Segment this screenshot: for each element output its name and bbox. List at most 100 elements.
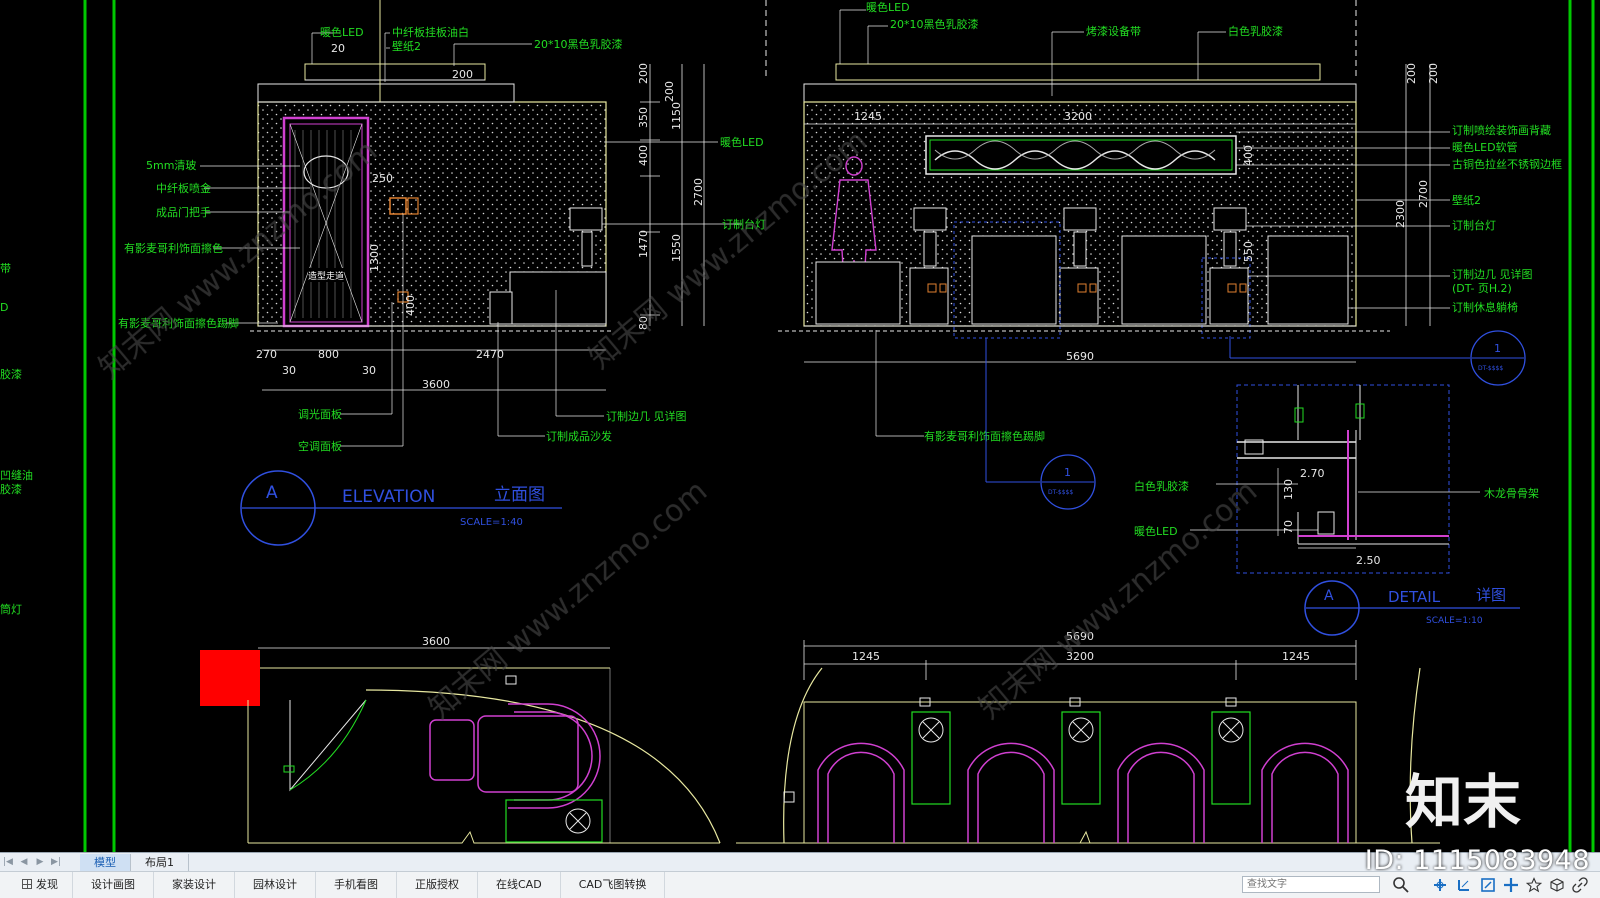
- detail-drawing: [1190, 384, 1480, 574]
- statusbar-item-mobile-view[interactable]: 手机看图: [316, 872, 397, 898]
- cube-icon[interactable]: [1549, 877, 1565, 893]
- dim-b-top-1: 3200: [1064, 110, 1092, 123]
- note-a-top-0: 暖色LED: [320, 25, 364, 39]
- discover-label: 发现: [36, 878, 58, 891]
- dim-b-top-0: 1245: [854, 110, 882, 123]
- marker-1-sub: DT-$$$$: [1478, 365, 1503, 372]
- note-b-bottom-0: 有影麦哥利饰面擦色踢脚: [924, 429, 1045, 443]
- plan-b: [736, 640, 1440, 844]
- left-note-4: 凹缝油: [0, 468, 33, 482]
- watermark-logo: 知末: [1405, 762, 1555, 836]
- plan-b-dim-1: 1245: [852, 650, 880, 663]
- left-note-1: 带: [0, 262, 11, 275]
- measure-icon[interactable]: [1480, 877, 1496, 893]
- left-note-6: 筒灯: [0, 602, 22, 616]
- detail-dims: 2.70 130 70 2.50: [1282, 467, 1381, 567]
- dim-a-b-2: 2470: [476, 348, 504, 361]
- next-tab-arrow[interactable]: ▶: [32, 857, 48, 867]
- wm-tile-3: 知末网 www.znzmo.com: [973, 474, 1264, 726]
- statusbar-item-design-draw[interactable]: 设计画图: [73, 872, 154, 898]
- selection-marker-red: [200, 650, 260, 706]
- note-a-top-3: 20*10黑色乳胶漆: [534, 37, 623, 51]
- title-a-letter: A: [266, 483, 278, 503]
- discover-button[interactable]: 发现: [0, 872, 73, 898]
- search-icon[interactable]: [1392, 876, 1410, 894]
- note-a-top-2: 壁纸2: [392, 39, 421, 53]
- statusbar-item-license[interactable]: 正版授权: [397, 872, 478, 898]
- title-detail-letter: A: [1324, 588, 1334, 604]
- wm-tile-2: 知末网 www.znzmo.com: [423, 474, 714, 726]
- note-b-top-3: 白色乳胶漆: [1228, 24, 1283, 38]
- statusbar-item-home-design[interactable]: 家装设计: [154, 872, 235, 898]
- star-icon[interactable]: [1525, 877, 1543, 893]
- marker-2-sub: DT-$$$$: [1048, 489, 1073, 496]
- note-b-top-0: 暖色LED: [866, 0, 910, 14]
- statusbar-item-online-cad[interactable]: 在线CAD: [478, 872, 561, 898]
- find-text-input[interactable]: [1242, 876, 1380, 893]
- dim-a-r-7: 1550: [670, 234, 683, 262]
- cad-drawing-viewport[interactable]: 带 D 胶漆 凹缝油 胶漆 筒灯 造型走道 20 200 250 1300 40…: [0, 0, 1600, 852]
- note-b-right-6: (DT- 页H.2): [1452, 282, 1512, 295]
- note-b-right-7: 订制休息躺椅: [1452, 300, 1518, 314]
- detail-dim-0: 2.70: [1300, 467, 1325, 480]
- note-a-right-0: 暖色LED: [720, 135, 764, 149]
- door-label: 造型走道: [308, 270, 344, 282]
- detail-dim-2: 70: [1282, 520, 1295, 534]
- dim-a-top-1: 200: [452, 68, 473, 81]
- dim-a-r-2: 350: [637, 107, 650, 128]
- dim-a-r-1: 200: [663, 81, 676, 102]
- status-bar: 发现 设计画图 家装设计 园林设计 手机看图 正版授权 在线CAD CAD飞图转…: [0, 871, 1600, 898]
- note-a-top-1: 中纤板挂板油白: [392, 25, 469, 39]
- note-b-top-1: 20*10黑色乳胶漆: [890, 17, 979, 31]
- note-a-bottom-3: 订制边几 见详图: [606, 409, 687, 423]
- link-icon[interactable]: [1572, 877, 1588, 893]
- dim-a-b-3: 30: [282, 364, 296, 377]
- note-b-right-0: 订制喷绘装饰画背藏: [1452, 123, 1551, 137]
- ortho-icon[interactable]: [1456, 877, 1472, 893]
- dim-b-r-0: 200: [1405, 63, 1418, 84]
- left-note-3: 胶漆: [0, 367, 22, 381]
- note-b-right-3: 壁纸2: [1452, 193, 1481, 207]
- title-detail-chinese: 详图: [1476, 586, 1506, 604]
- grid-icon: [22, 879, 32, 889]
- last-tab-arrow[interactable]: ▶|: [48, 857, 64, 867]
- dim-a-inner-2: 400: [404, 295, 417, 316]
- note-a-bottom-0: 调光面板: [298, 407, 342, 421]
- dim-a-r-6: 1470: [637, 230, 650, 258]
- dim-b-r-4: 200: [1427, 63, 1440, 84]
- left-note-2: D: [0, 301, 8, 314]
- note-a-bottom-2: 订制成品沙发: [546, 429, 612, 443]
- dim-b-r-3: 2300: [1394, 200, 1407, 228]
- note-b-right-5: 订制边几 见详图: [1452, 267, 1533, 281]
- marker-2-num: 1: [1064, 466, 1071, 479]
- dim-b-b-0: 5690: [1066, 350, 1094, 363]
- plan-a-dim-0: 3600: [422, 635, 450, 648]
- statusbar-item-cad-convert[interactable]: CAD飞图转换: [561, 872, 666, 898]
- title-a-english: ELEVATION: [342, 487, 435, 507]
- detail-note-2: 木龙骨骨架: [1484, 487, 1539, 500]
- snap-icon[interactable]: [1432, 877, 1448, 893]
- note-b-top-2: 烤漆设备带: [1086, 24, 1141, 38]
- plan-b-dim-3: 1245: [1282, 650, 1310, 663]
- watermark-logo-text: 知末: [1405, 768, 1521, 834]
- tab-layout1[interactable]: 布局1: [131, 853, 189, 871]
- dim-a-top-0: 20: [331, 42, 345, 55]
- marker-1-num: 1: [1494, 342, 1501, 355]
- dim-a-b-5: 3600: [422, 378, 450, 391]
- statusbar-item-garden-design[interactable]: 园林设计: [235, 872, 316, 898]
- dim-a-inner-0: 250: [372, 172, 393, 185]
- note-a-left-0: 5mm清玻: [146, 159, 196, 172]
- title-a-scale: SCALE=1:40: [460, 517, 523, 528]
- dim-b-r-2: 550: [1242, 241, 1255, 262]
- crosshair-icon[interactable]: [1503, 877, 1519, 893]
- note-b-right-2: 古铜色拉丝不锈钢边框: [1452, 157, 1562, 171]
- tab-model[interactable]: 模型: [80, 853, 131, 871]
- first-tab-arrow[interactable]: |◀: [0, 857, 16, 867]
- title-detail: A DETAIL 详图 SCALE=1:10: [1304, 580, 1520, 636]
- dim-b-r-5: 2700: [1417, 180, 1430, 208]
- title-detail-english: DETAIL: [1388, 588, 1441, 606]
- detail-note-0: 白色乳胶漆: [1134, 479, 1189, 493]
- note-a-left-1: 中纤板喷金: [156, 181, 211, 195]
- prev-tab-arrow[interactable]: ◀: [16, 857, 32, 867]
- note-a-left-3: 有影麦哥利饰面擦色: [124, 241, 223, 255]
